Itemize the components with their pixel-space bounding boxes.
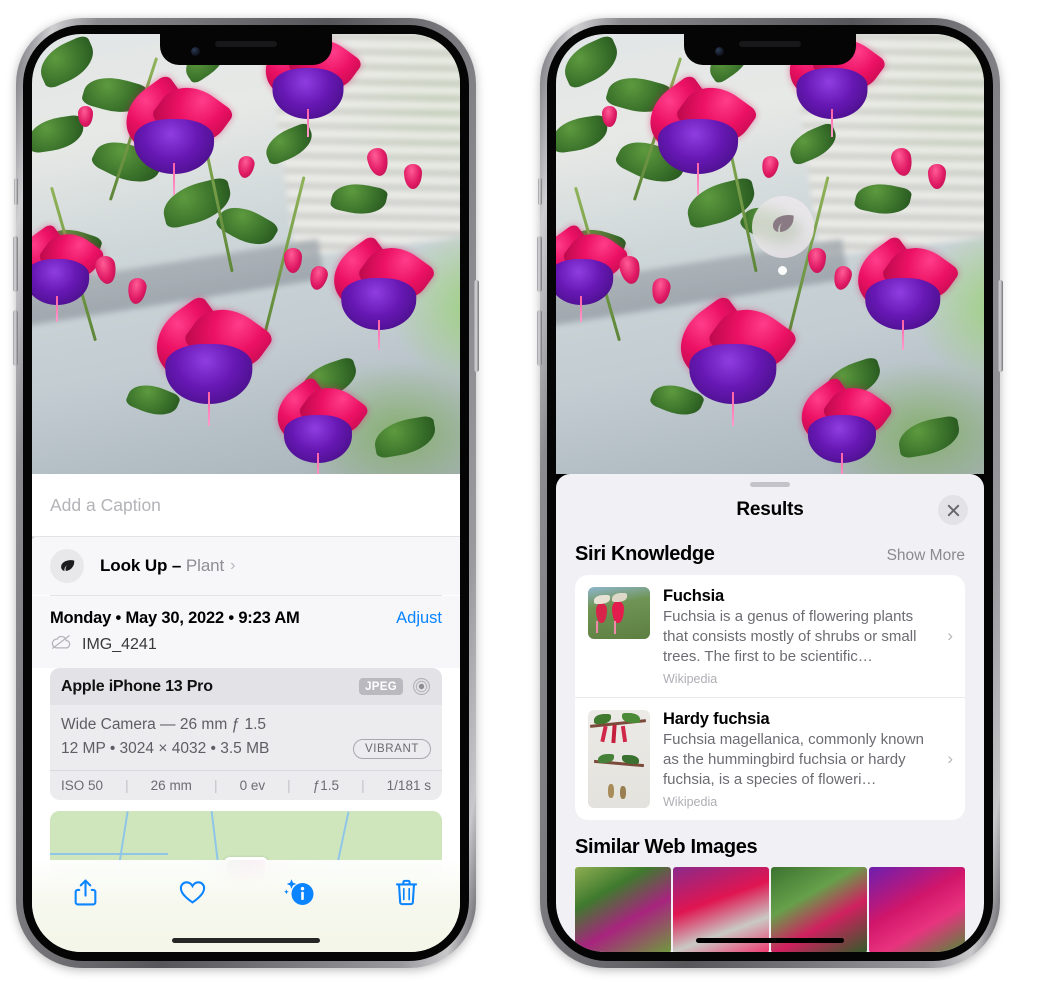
result-description: Fuchsia is a genus of flowering plants t… [663, 608, 917, 665]
result-body: Hardy fuchsia Fuchsia magellanica, commo… [663, 710, 952, 809]
section-title-siri-knowledge: Siri Knowledge [575, 543, 715, 565]
exif-stat-sep: | [214, 778, 218, 794]
phone-screen-right: Results Siri Knowledge Show More Fuchsia… [556, 34, 984, 952]
format-badge: JPEG [359, 678, 403, 695]
exif-card[interactable]: Apple iPhone 13 Pro JPEG Wide Camera — 2… [50, 668, 442, 801]
look-up-row[interactable]: ✦ ✦ Look Up – Plant › [32, 531, 460, 595]
section-title-similar-web-images: Similar Web Images [575, 835, 758, 858]
result-source: Wikipedia [663, 794, 718, 809]
exif-stat-sep: | [125, 778, 129, 794]
siri-knowledge-card: Fuchsia Fuchsia is a genus of flowering … [575, 575, 965, 820]
volume-up-button-left[interactable] [13, 236, 18, 292]
exif-stat-sep: | [287, 778, 291, 794]
chevron-right-icon: › [947, 748, 953, 768]
exif-stat-aperture: ƒ1.5 [312, 778, 340, 794]
favorite-button[interactable] [170, 872, 216, 912]
page-title: Results [736, 499, 804, 520]
earpiece-speaker-icon [739, 41, 801, 47]
result-body: Fuchsia Fuchsia is a genus of flowering … [663, 587, 952, 686]
iphone-right: Results Siri Knowledge Show More Fuchsia… [537, 18, 1003, 968]
photo-fuchsia-left[interactable] [32, 34, 460, 474]
adjust-button[interactable]: Adjust [396, 609, 442, 628]
look-up-label: Look Up – Plant [100, 556, 225, 575]
notch-left [160, 34, 332, 65]
chevron-right-icon: › [947, 625, 953, 645]
leaf-icon [50, 549, 84, 583]
camera-model: Apple iPhone 13 Pro [61, 677, 213, 695]
lens-info: Wide Camera — 26 mm ƒ 1.5 [61, 716, 267, 733]
share-button[interactable] [63, 872, 109, 912]
style-badge: VIBRANT [352, 739, 431, 760]
iphone-left: Add a Caption ✦ ✦ Look Up – Plant › Mon [13, 18, 479, 968]
caption-placeholder: Add a Caption [50, 494, 161, 515]
exif-stat-iso: ISO 50 [61, 778, 104, 794]
close-icon [947, 504, 959, 516]
exif-stat-shutter: 1/181 s [386, 778, 431, 794]
siri-knowledge-header: Siri Knowledge Show More [556, 533, 984, 575]
results-sheet: Results Siri Knowledge Show More Fuchsia… [556, 474, 984, 952]
info-sheet: Add a Caption ✦ ✦ Look Up – Plant › Mon [32, 474, 460, 952]
cloud-slash-icon [50, 634, 72, 655]
results-header: Results [556, 487, 984, 533]
date-row: Monday • May 30, 2022 • 9:23 AM Adjust [32, 596, 460, 628]
result-description: Fuchsia magellanica, commonly known as t… [663, 730, 924, 788]
screenshot-stage: Add a Caption ✦ ✦ Look Up – Plant › Mon [0, 0, 1055, 985]
sparkle-icon-large: ✦ [32, 531, 37, 546]
result-thumbnail [588, 709, 650, 808]
delete-button[interactable] [384, 872, 430, 912]
size-info: 12 MP • 3024 × 4032 • 3.5 MB [61, 740, 270, 758]
close-button[interactable] [938, 495, 968, 525]
similar-image-thumbnail[interactable] [575, 866, 671, 952]
similar-web-images-header: Similar Web Images [556, 820, 984, 867]
front-camera-icon [191, 47, 200, 56]
list-item[interactable]: Fuchsia Fuchsia is a genus of flowering … [575, 575, 965, 697]
power-button-left[interactable] [474, 280, 479, 372]
mute-switch-right[interactable] [538, 178, 542, 205]
visual-look-up-anchor-dot [778, 266, 787, 275]
caption-field-row[interactable]: Add a Caption [32, 474, 460, 537]
volume-up-button-right[interactable] [537, 236, 542, 292]
info-button[interactable] [277, 872, 323, 912]
aperture-icon [412, 677, 431, 696]
photo-filename: IMG_4241 [82, 635, 157, 653]
exif-stat-ev: 0 ev [239, 778, 266, 794]
similar-image-thumbnail[interactable] [869, 866, 965, 952]
filename-row: IMG_4241 [32, 628, 460, 668]
show-more-button[interactable]: Show More [887, 547, 965, 565]
earpiece-speaker-icon [215, 41, 277, 47]
volume-down-button-right[interactable] [537, 310, 542, 366]
result-title: Hardy fuchsia [663, 709, 770, 728]
power-button-right[interactable] [998, 280, 1003, 372]
photo-datetime: Monday • May 30, 2022 • 9:23 AM [50, 609, 300, 627]
visual-look-up-badge[interactable] [752, 196, 814, 258]
phone-screen-left: Add a Caption ✦ ✦ Look Up – Plant › Mon [32, 34, 460, 952]
list-item[interactable]: Hardy fuchsia Fuchsia magellanica, commo… [575, 696, 965, 820]
volume-down-button-left[interactable] [13, 310, 18, 366]
leaf-icon [768, 210, 798, 245]
front-camera-icon [715, 47, 724, 56]
exif-body: Wide Camera — 26 mm ƒ 1.5 12 MP • 3024 ×… [50, 705, 442, 770]
exif-stat-sep: | [361, 778, 365, 794]
notch-right [684, 34, 856, 65]
result-title: Fuchsia [663, 587, 724, 605]
exif-header: Apple iPhone 13 Pro JPEG [50, 668, 442, 705]
exif-stats: ISO 50 | 26 mm | 0 ev | ƒ1.5 | 1/181 s [50, 770, 442, 800]
home-indicator-right[interactable] [696, 938, 844, 943]
home-indicator-left[interactable] [172, 938, 320, 943]
mute-switch-left[interactable] [14, 178, 18, 205]
result-source: Wikipedia [663, 671, 718, 686]
result-thumbnail [588, 587, 650, 639]
exif-stat-focal: 26 mm [150, 778, 192, 794]
chevron-right-icon: › [230, 557, 236, 574]
